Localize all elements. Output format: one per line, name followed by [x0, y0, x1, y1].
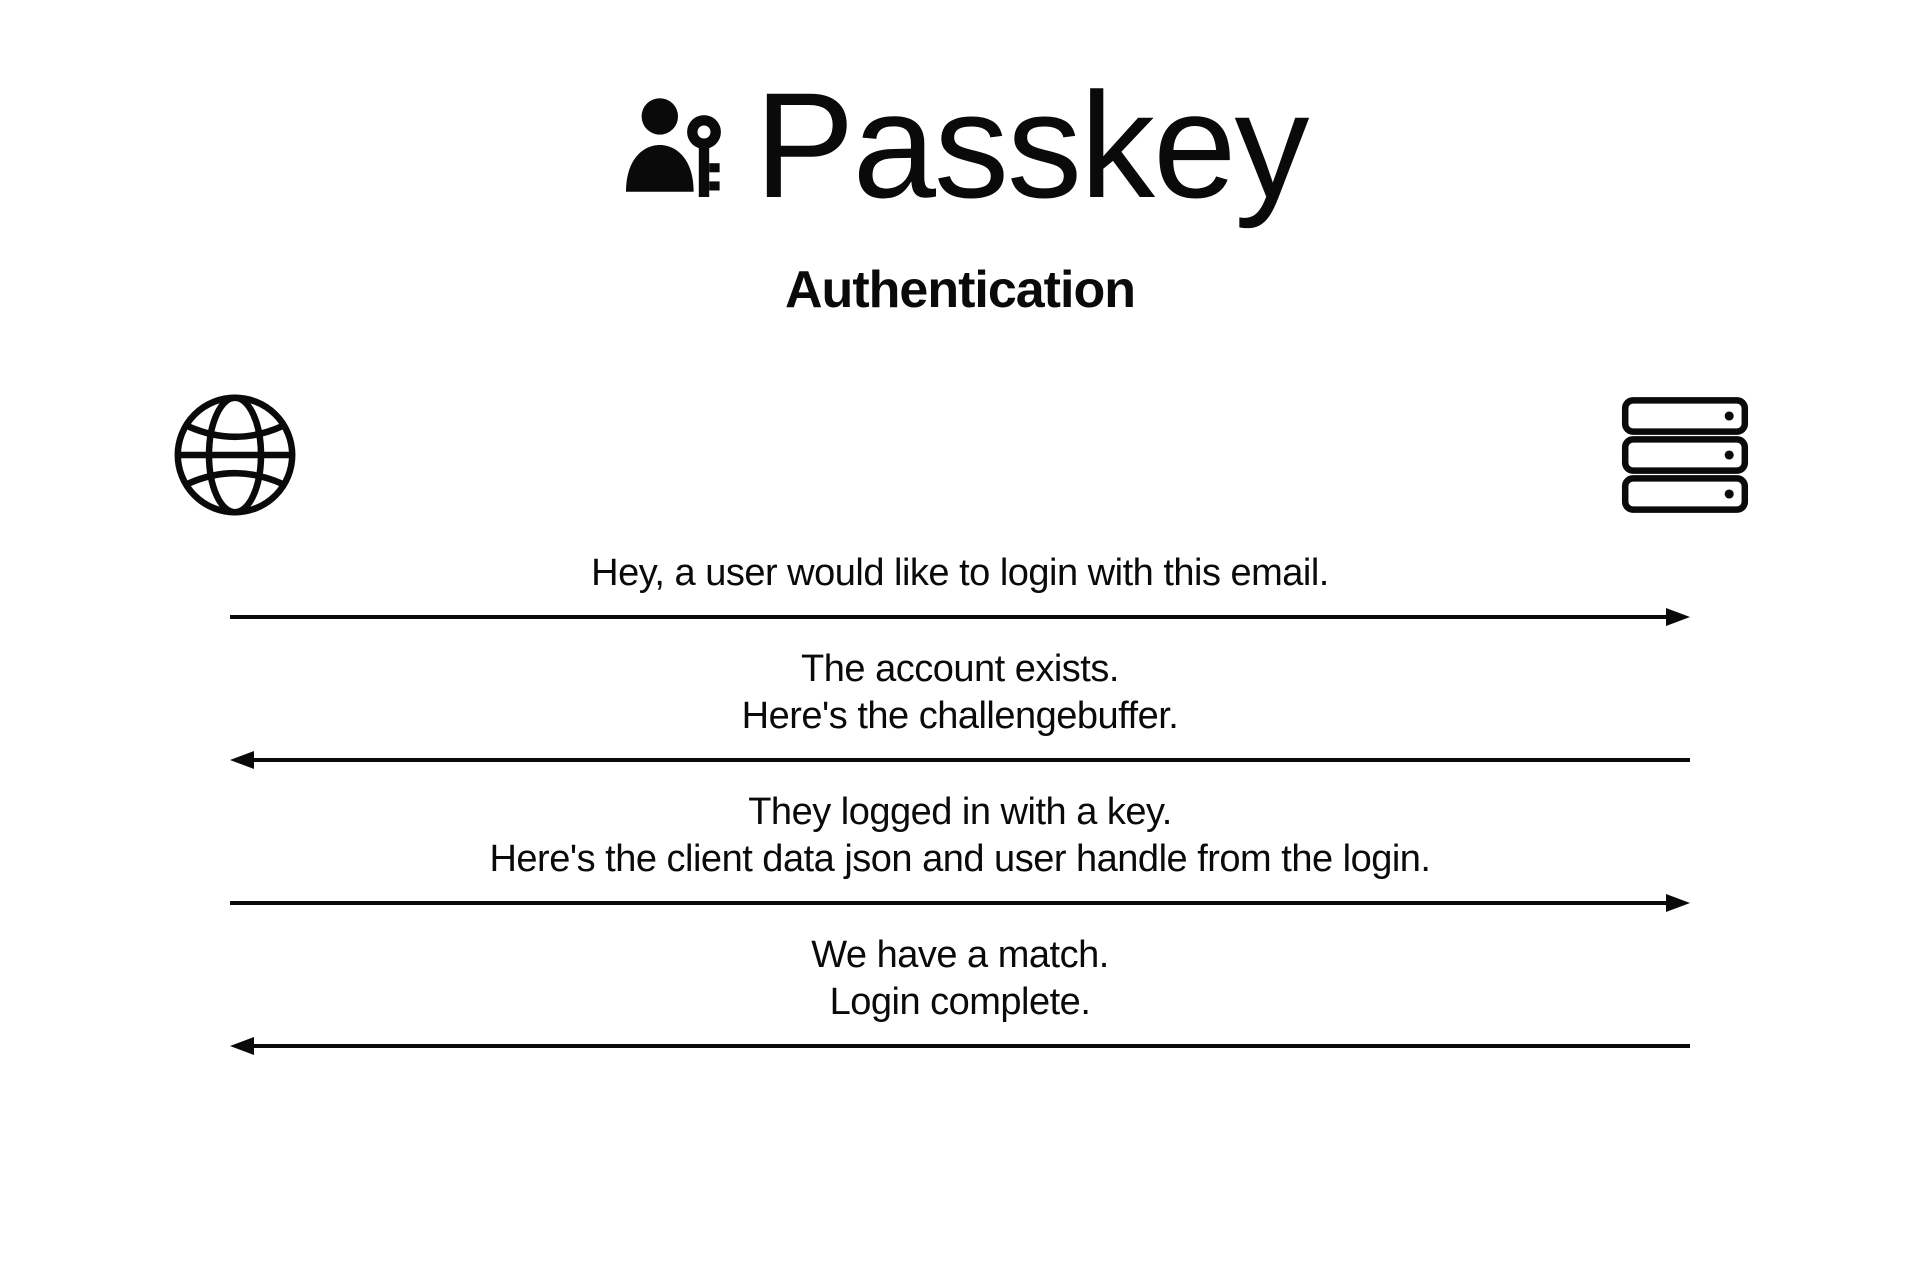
step-4-text: We have a match. Login complete. — [230, 932, 1690, 1027]
page-subtitle: Authentication — [0, 260, 1920, 320]
passkey-icon — [613, 80, 743, 210]
arrow-left-icon — [230, 1035, 1690, 1057]
step-1: Hey, a user would like to login with thi… — [230, 550, 1690, 628]
page-title: Passkey — [755, 70, 1308, 220]
diagram-header: Passkey Authentication — [0, 70, 1920, 320]
step-2-line-2: Here's the challengebuffer. — [230, 693, 1690, 741]
step-2-line-1: The account exists. — [230, 646, 1690, 694]
step-1-line-1: Hey, a user would like to login with thi… — [230, 550, 1690, 598]
step-3-text: They logged in with a key. Here's the cl… — [230, 789, 1690, 884]
arrow-left-icon — [230, 749, 1690, 771]
step-3-line-2: Here's the client data json and user han… — [230, 836, 1690, 884]
globe-icon — [170, 390, 300, 520]
arrow-right-icon — [230, 606, 1690, 628]
diagram-canvas: Passkey Authentication — [0, 0, 1920, 1280]
step-2: The account exists. Here's the challenge… — [230, 646, 1690, 771]
step-1-text: Hey, a user would like to login with thi… — [230, 550, 1690, 598]
step-4-line-1: We have a match. — [230, 932, 1690, 980]
step-4-line-2: Login complete. — [230, 979, 1690, 1027]
arrow-right-icon — [230, 892, 1690, 914]
server-icon — [1620, 395, 1750, 515]
step-3-line-1: They logged in with a key. — [230, 789, 1690, 837]
step-2-text: The account exists. Here's the challenge… — [230, 646, 1690, 741]
sequence-flow: Hey, a user would like to login with thi… — [0, 550, 1920, 1057]
step-3: They logged in with a key. Here's the cl… — [230, 789, 1690, 914]
actor-row — [0, 390, 1920, 520]
step-4: We have a match. Login complete. — [230, 932, 1690, 1057]
title-row: Passkey — [613, 70, 1308, 220]
